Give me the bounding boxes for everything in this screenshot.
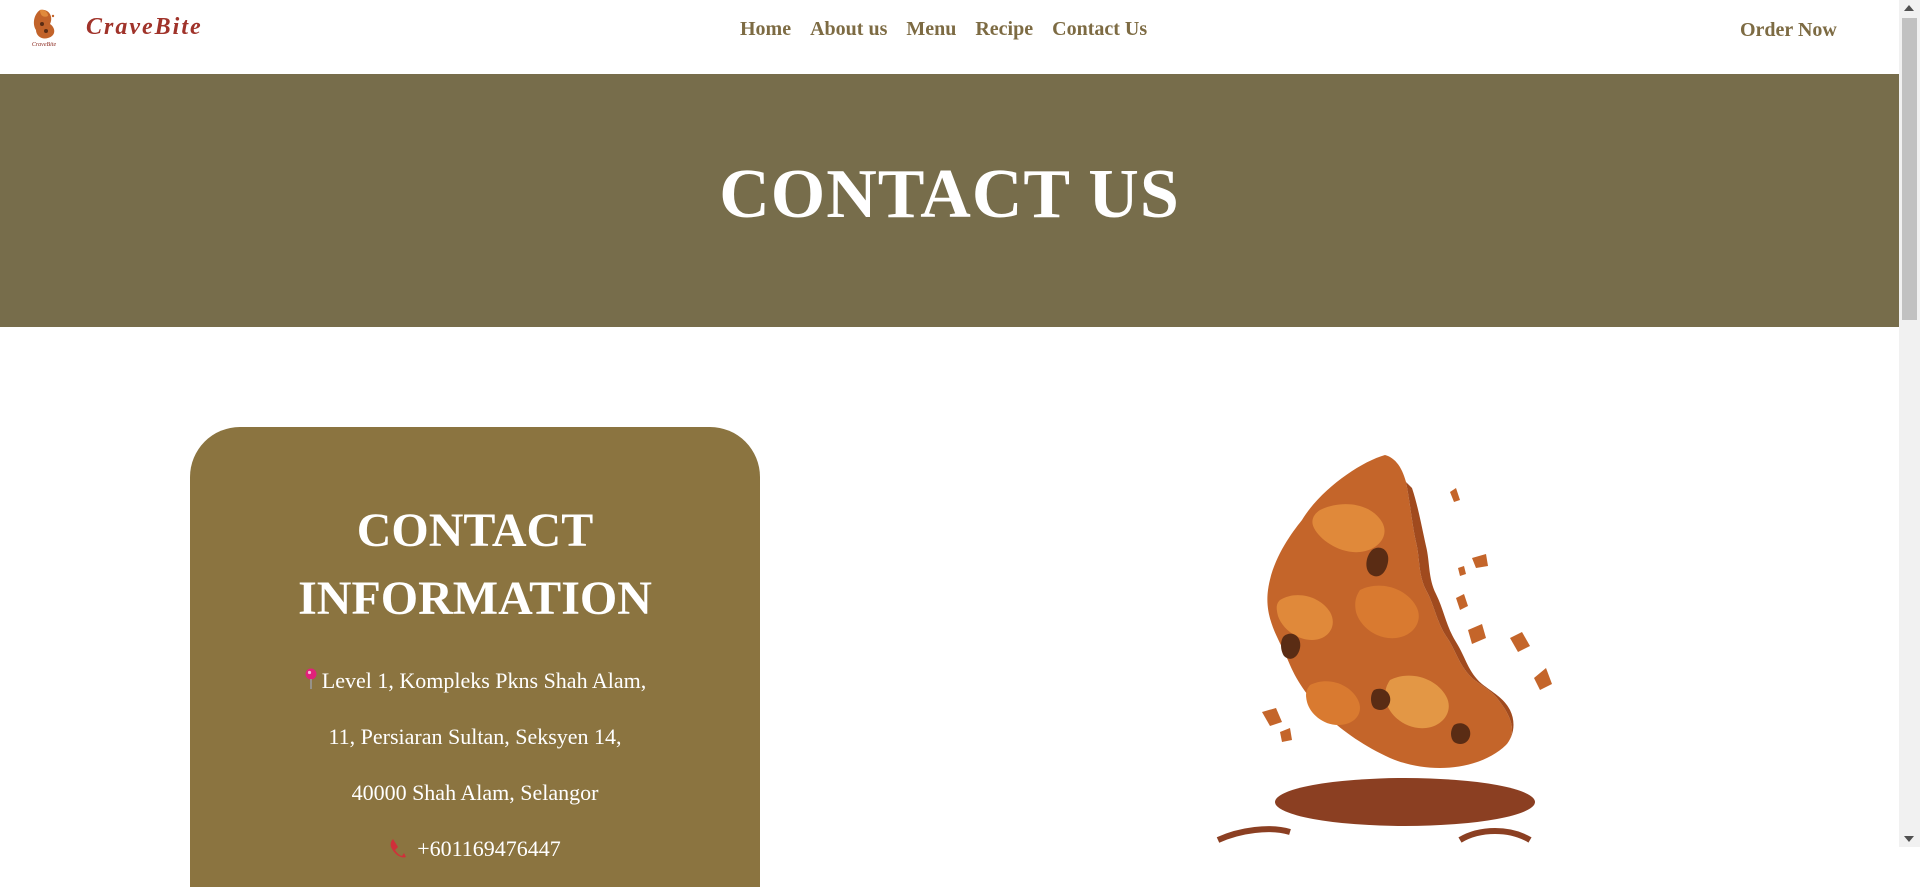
order-now-button[interactable]: Order Now [1740,19,1837,42]
phone-icon [390,839,407,858]
location-pin-icon [305,668,317,689]
scroll-up-icon[interactable] [1904,5,1914,11]
nav-contact-us[interactable]: Contact Us [1052,18,1147,41]
phone-row: +601169476447 [190,821,760,877]
nav-about-us[interactable]: About us [810,18,887,41]
contact-banner: CONTACT US [0,74,1899,327]
svg-text:CraveBite: CraveBite [32,42,57,48]
nav-home[interactable]: Home [740,18,791,41]
cookie-illustration [1216,455,1552,843]
scroll-down-icon[interactable] [1904,836,1914,842]
page-scrollbar[interactable] [1899,0,1920,847]
address-line-1-row: Level 1, Kompleks Pkns Shah Alam, [190,653,760,709]
scroll-thumb[interactable] [1902,18,1917,320]
nav-menu[interactable]: Menu [906,18,956,41]
site-header: CraveBite CraveBite Home About us Menu R… [0,0,1899,74]
address-line-3: 40000 Shah Alam, Selangor [351,780,599,805]
brand-name[interactable]: CraveBite [86,14,203,41]
address-line-1: Level 1, Kompleks Pkns Shah Alam, [321,668,647,693]
contact-details: Level 1, Kompleks Pkns Shah Alam, 11, Pe… [190,653,760,877]
main-nav: Home About us Menu Recipe Contact Us [740,18,1147,41]
nav-recipe[interactable]: Recipe [975,18,1033,41]
phone-number[interactable]: +601169476447 [417,836,561,861]
cookie-logo-icon[interactable]: CraveBite [26,6,62,50]
card-title-line-1: CONTACT [356,504,594,557]
card-title: CONTACT INFORMATION [190,427,760,633]
address-line-2: 11, Persiaran Sultan, Seksyen 14, [328,724,622,749]
card-title-line-2: INFORMATION [298,572,652,625]
contact-information-card: CONTACT INFORMATION Level 1, Kompleks Pk… [190,427,760,887]
page-title: CONTACT US [719,156,1180,233]
